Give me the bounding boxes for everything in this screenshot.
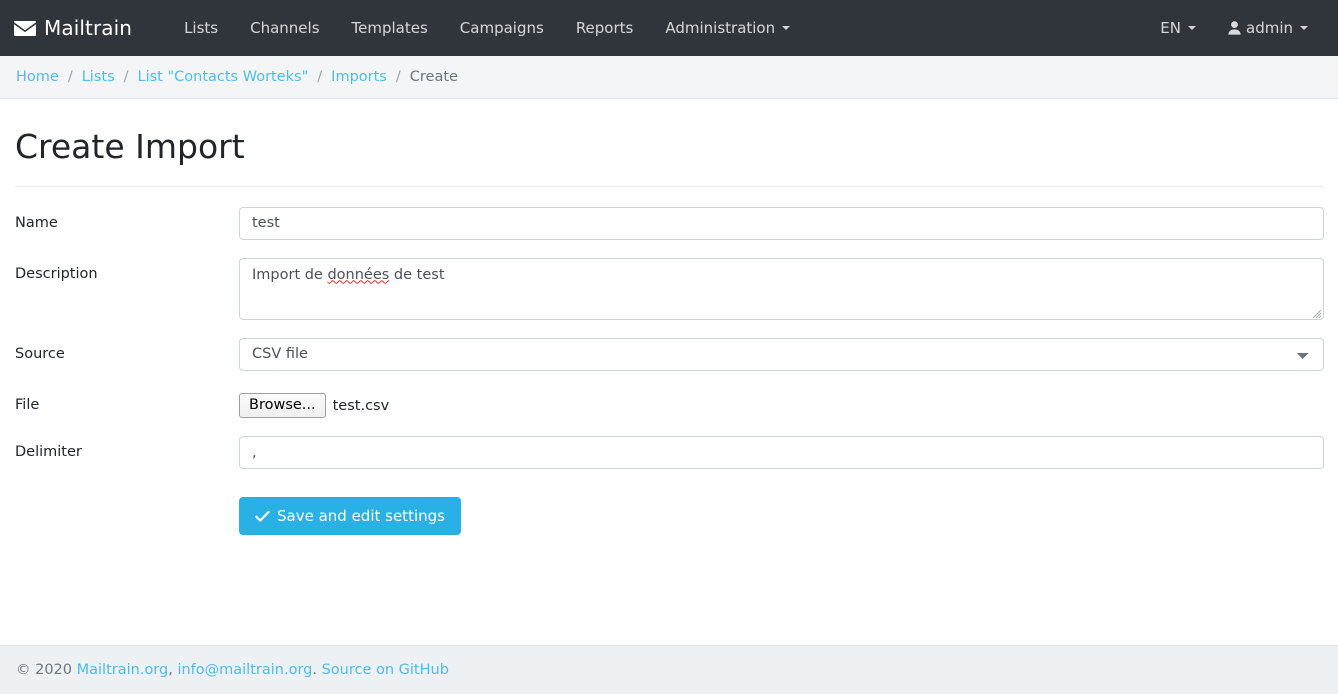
envelope-icon — [14, 20, 36, 37]
nav-link-reports[interactable]: Reports — [560, 11, 650, 45]
delimiter-field-wrap — [239, 436, 1324, 470]
breadcrumb-item-home: Home — [16, 69, 59, 85]
language-selector[interactable]: EN — [1144, 11, 1212, 45]
breadcrumb-item-create: Create — [409, 69, 458, 85]
form-row-source: Source CSV file — [15, 337, 1324, 371]
delimiter-label: Delimiter — [15, 444, 82, 461]
nav-link-channels[interactable]: Channels — [234, 11, 335, 45]
breadcrumb: Home / Lists / List "Contacts Worteks" /… — [16, 69, 458, 85]
nav-item-campaigns: Campaigns — [444, 11, 560, 45]
breadcrumb-item-list: List "Contacts Worteks" — [138, 69, 309, 85]
breadcrumb-item-imports: Imports — [331, 69, 387, 85]
create-import-form: Name Description Import de données de te… — [15, 206, 1324, 536]
nav-link-lists[interactable]: Lists — [168, 11, 234, 45]
user-icon — [1228, 21, 1241, 35]
breadcrumb-link-home[interactable]: Home — [16, 69, 59, 85]
footer-link-github[interactable]: Source on GitHub — [322, 662, 449, 678]
textarea-resize-handle[interactable] — [1309, 305, 1322, 318]
description-misspelled-word: données — [327, 266, 390, 283]
form-row-submit: Save and edit settings — [15, 497, 1323, 536]
breadcrumb-separator: / — [123, 69, 129, 85]
nav-item-channels: Channels — [234, 11, 335, 45]
submit-spacer — [15, 497, 239, 535]
footer-link-email[interactable]: info@mailtrain.org — [177, 662, 312, 678]
form-row-description: Description Import de données de test — [15, 257, 1324, 320]
footer-link-mailtrain[interactable]: Mailtrain.org — [77, 662, 169, 678]
breadcrumb-separator: / — [67, 69, 73, 85]
name-label: Name — [15, 214, 58, 231]
footer-copyright: © 2020 — [16, 662, 77, 678]
nav-item-administration: Administration — [649, 11, 806, 45]
breadcrumb-separator: / — [317, 69, 323, 85]
file-field-wrap: Browse... test.csv — [239, 389, 1323, 419]
description-field-wrap: Import de données de test — [239, 257, 1324, 320]
file-label: File — [15, 396, 40, 413]
chevron-down-icon — [782, 26, 791, 30]
breadcrumb-link-list[interactable]: List "Contacts Worteks" — [138, 69, 309, 85]
save-button-label: Save and edit settings — [277, 507, 445, 526]
page-title: Create Import — [15, 127, 245, 166]
nav-link-campaigns[interactable]: Campaigns — [444, 11, 560, 45]
title-divider — [15, 185, 1323, 187]
name-input[interactable] — [239, 206, 1324, 240]
breadcrumb-link-imports[interactable]: Imports — [331, 69, 387, 85]
main-content: Create Import Name Description Import de… — [0, 99, 1338, 536]
footer-text: © 2020 Mailtrain.org, info@mailtrain.org… — [16, 662, 449, 678]
brand-label: Mailtrain — [44, 16, 133, 40]
breadcrumb-link-lists[interactable]: Lists — [82, 69, 115, 85]
footer-period: . — [312, 662, 322, 678]
chevron-down-icon — [1188, 26, 1196, 30]
navbar-right: EN admin — [1144, 11, 1324, 45]
source-label: Source — [15, 345, 65, 362]
nav-link-templates[interactable]: Templates — [336, 11, 444, 45]
form-row-file: File Browse... test.csv — [15, 389, 1323, 419]
name-field-wrap — [239, 206, 1324, 240]
nav-item-lists: Lists — [168, 11, 234, 45]
brand-logo[interactable]: Mailtrain — [14, 16, 132, 40]
source-select[interactable]: CSV file — [239, 337, 1324, 371]
breadcrumb-item-lists: Lists — [82, 69, 115, 85]
user-label: admin — [1246, 19, 1293, 37]
form-row-name: Name — [15, 206, 1324, 240]
nav-links: Lists Channels Templates Campaigns Repor… — [168, 11, 806, 45]
breadcrumb-bar: Home / Lists / List "Contacts Worteks" /… — [0, 56, 1338, 99]
description-text-before: Import de — [252, 266, 328, 283]
nav-link-administration[interactable]: Administration — [649, 11, 806, 45]
nav-item-reports: Reports — [560, 11, 650, 45]
user-menu[interactable]: admin — [1212, 11, 1324, 45]
breadcrumb-separator: / — [395, 69, 401, 85]
chevron-down-icon — [1300, 26, 1308, 30]
selected-file-name: test.csv — [332, 397, 390, 414]
description-label: Description — [15, 265, 98, 282]
description-text-after: de test — [389, 266, 445, 283]
top-navbar: Mailtrain Lists Channels Templates Campa… — [0, 0, 1338, 56]
form-row-delimiter: Delimiter — [15, 436, 1324, 470]
description-textarea[interactable]: Import de données de test — [239, 257, 1324, 320]
browse-button[interactable]: Browse... — [239, 392, 326, 419]
save-and-edit-settings-button[interactable]: Save and edit settings — [239, 497, 461, 536]
nav-item-templates: Templates — [336, 11, 444, 45]
check-icon — [255, 510, 270, 523]
nav-link-administration-label: Administration — [665, 19, 776, 37]
source-field-wrap: CSV file — [239, 337, 1324, 371]
delimiter-input[interactable] — [239, 436, 1324, 470]
language-label: EN — [1160, 19, 1181, 37]
page-footer: © 2020 Mailtrain.org, info@mailtrain.org… — [0, 645, 1338, 694]
